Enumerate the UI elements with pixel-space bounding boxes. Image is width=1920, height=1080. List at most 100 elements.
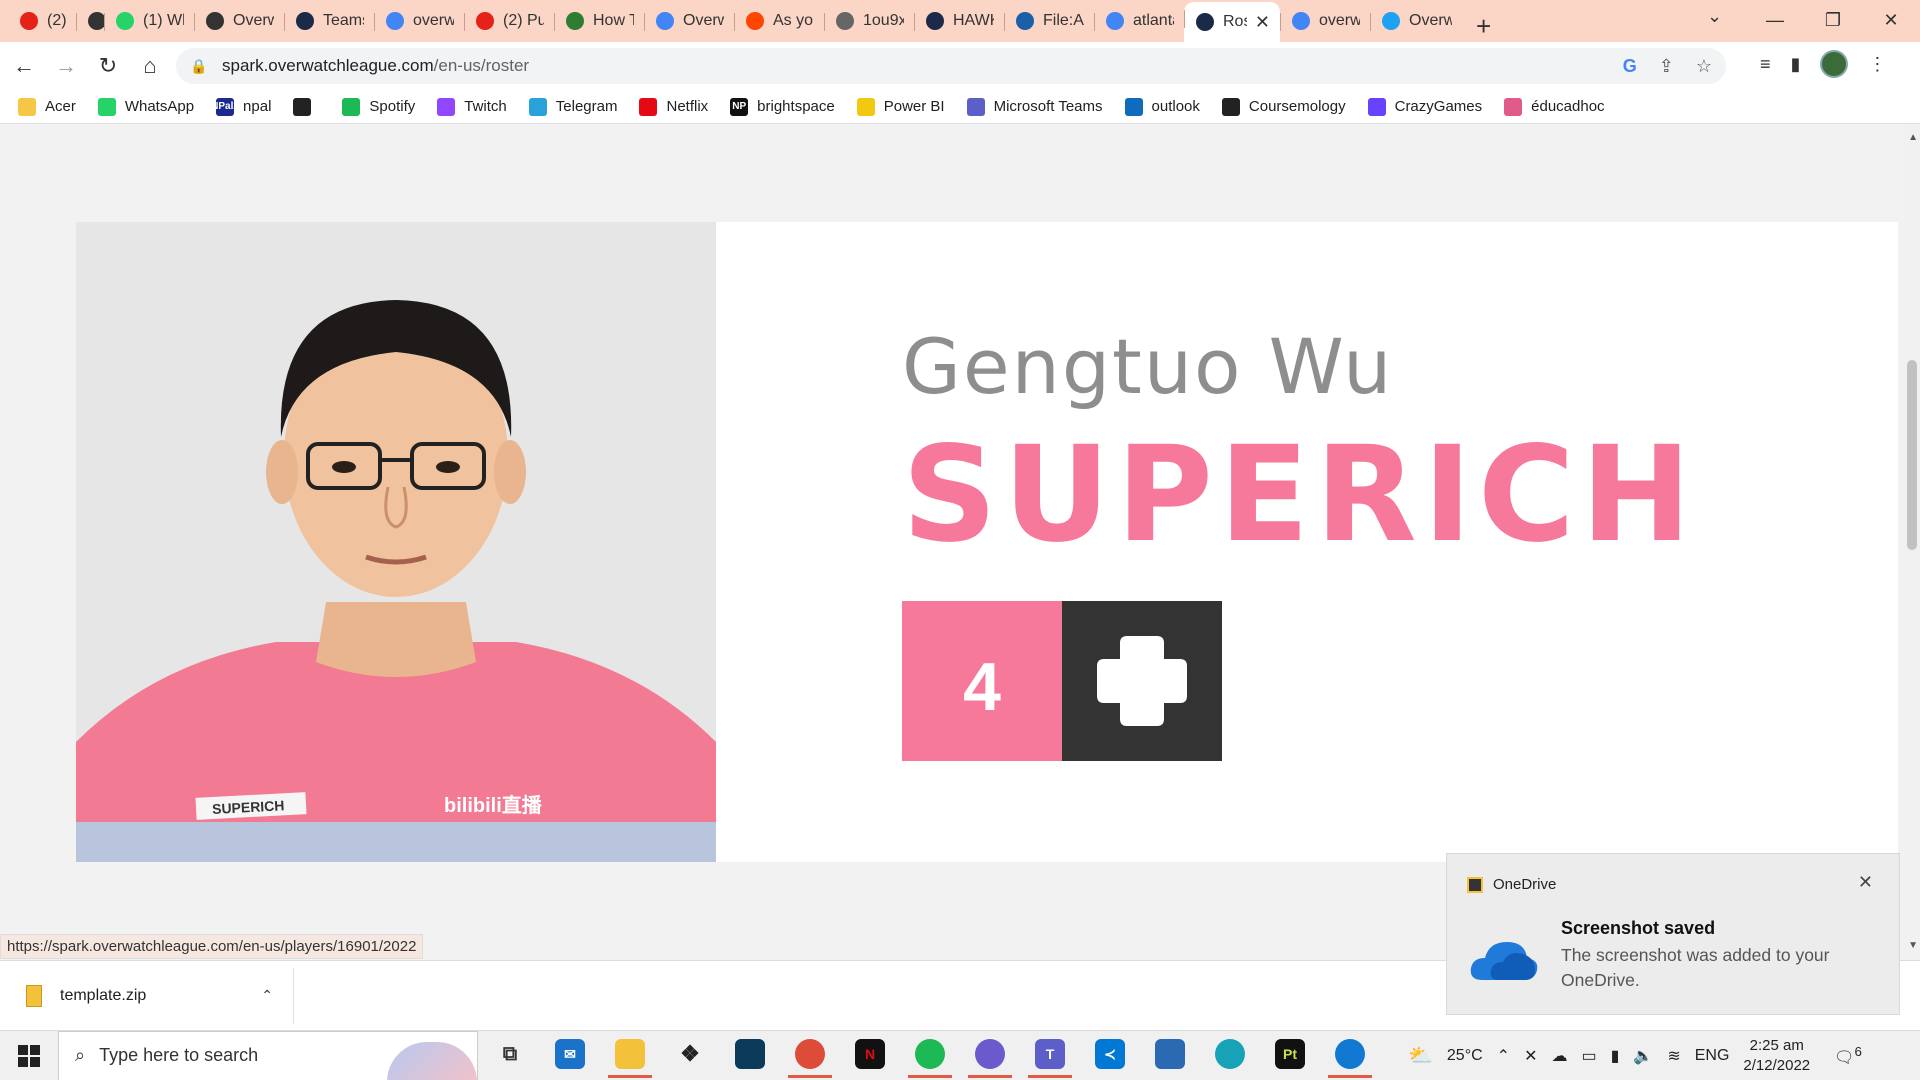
chrome-icon[interactable]: [788, 1034, 832, 1078]
browser-tab[interactable]: As you: [734, 5, 824, 37]
tab-favicon-icon: [836, 12, 854, 30]
tab-favicon-icon: [1196, 13, 1214, 31]
app-icon[interactable]: [728, 1034, 772, 1078]
file-explorer-icon[interactable]: [608, 1034, 652, 1078]
onedrive-notification[interactable]: OneDrive ✕ Screenshot saved The screensh…: [1446, 853, 1900, 1015]
browser-tab[interactable]: 1ou9xw: [824, 5, 914, 37]
bookmark-star-icon[interactable]: ☆: [1696, 56, 1712, 77]
wifi-icon[interactable]: ≋: [1667, 1046, 1680, 1066]
search-icon: ⌕: [75, 1045, 86, 1065]
task-view-icon[interactable]: ⧉: [488, 1034, 532, 1078]
reload-button[interactable]: ↻: [90, 53, 126, 79]
bookmark-item[interactable]: [293, 97, 320, 116]
scroll-up-arrow-icon[interactable]: ▲: [1908, 132, 1918, 143]
edge-icon[interactable]: [1208, 1034, 1252, 1078]
share-icon[interactable]: ⇪: [1659, 56, 1674, 77]
browser-tab[interactable]: How To: [554, 5, 644, 37]
browser-tab[interactable]: Overwa: [1370, 5, 1462, 37]
url-text[interactable]: spark.overwatchleague.com/en-us/roster: [222, 56, 529, 76]
bookmark-item[interactable]: éducadhoc: [1504, 97, 1605, 116]
scroll-down-arrow-icon[interactable]: ▼: [1908, 940, 1918, 951]
bookmark-favicon-icon: [856, 97, 875, 116]
download-item[interactable]: template.zip ⌃: [0, 967, 294, 1024]
taskbar-search-box[interactable]: ⌕ Type here to search: [58, 1030, 478, 1080]
vscode-icon[interactable]: ≺: [1088, 1034, 1132, 1078]
minimize-button[interactable]: —: [1746, 0, 1804, 40]
pycharm-icon[interactable]: Pt: [1268, 1034, 1312, 1078]
tab-search-icon[interactable]: ⌄: [1707, 6, 1722, 27]
bookmark-item[interactable]: outlook: [1124, 97, 1200, 116]
side-panel-icon[interactable]: ▮: [1791, 54, 1801, 75]
browser-tab[interactable]: Ros ✕: [1184, 2, 1280, 42]
bookmark-item[interactable]: Netflix: [639, 97, 708, 116]
spotify-icon[interactable]: [908, 1034, 952, 1078]
bookmark-item[interactable]: Power BI: [856, 97, 945, 116]
browser-tab[interactable]: overwa: [1280, 5, 1370, 37]
back-button[interactable]: ←: [6, 53, 42, 79]
weather-icon[interactable]: ⛅: [1408, 1043, 1433, 1068]
browser-tab[interactable]: HAWK: [914, 5, 1004, 37]
close-window-button[interactable]: ✕: [1862, 0, 1920, 40]
tab-title: 1ou9xw: [863, 12, 904, 29]
menu-icon[interactable]: ⋮: [1868, 54, 1886, 75]
edge-dev-icon[interactable]: [1328, 1034, 1372, 1078]
close-tab-icon[interactable]: ✕: [1255, 12, 1270, 33]
bookmark-favicon-icon: NP: [730, 97, 749, 116]
tab-favicon-icon: [20, 12, 38, 30]
forward-button[interactable]: →: [48, 53, 84, 79]
bookmark-item[interactable]: WhatsApp: [97, 97, 194, 116]
reading-list-icon[interactable]: ≡: [1760, 54, 1771, 75]
bookmark-item[interactable]: Twitch: [437, 97, 507, 116]
google-icon[interactable]: G: [1623, 56, 1637, 77]
lock-icon[interactable]: 🔒: [190, 58, 210, 75]
show-hidden-icons-icon[interactable]: ⌃: [1497, 1046, 1510, 1066]
close-icon[interactable]: ✕: [1858, 872, 1873, 893]
browser-tab[interactable]: File:Atl: [1004, 5, 1094, 37]
home-button[interactable]: ⌂: [132, 53, 168, 79]
browser-tab[interactable]: (2) Pure: [464, 5, 554, 37]
teams-icon[interactable]: T: [1028, 1034, 1072, 1078]
network-off-icon[interactable]: ✕: [1524, 1046, 1537, 1066]
browser-tab[interactable]: Teams: [284, 5, 374, 37]
meet-now-icon[interactable]: ▭: [1581, 1046, 1596, 1066]
bookmark-item[interactable]: Acer: [18, 97, 76, 116]
bookmark-item[interactable]: Spotify: [342, 97, 415, 116]
address-bar[interactable]: 🔒 spark.overwatchleague.com/en-us/roster…: [176, 48, 1726, 84]
browser-tab[interactable]: overwa: [374, 5, 464, 37]
profile-avatar[interactable]: [1820, 50, 1849, 78]
bookmark-item[interactable]: CrazyGames: [1367, 97, 1482, 116]
browser-tab[interactable]: Overwa: [194, 5, 284, 37]
tab-title: (1) Wha: [143, 12, 184, 29]
windows-start-button[interactable]: [0, 1044, 58, 1067]
player-card[interactable]: SUPERICH bilibili直播 Gengtuo Wu SUPERICH …: [76, 222, 1898, 862]
netflix-icon[interactable]: N: [848, 1034, 892, 1078]
battery-icon[interactable]: ▮: [1611, 1046, 1620, 1066]
browser-tab[interactable]: (1) Wha: [104, 5, 194, 37]
temperature[interactable]: 25°C: [1447, 1047, 1483, 1065]
volume-icon[interactable]: 🔈: [1633, 1046, 1653, 1066]
bookmark-favicon-icon: [342, 97, 361, 116]
mail-icon[interactable]: ✉: [548, 1034, 592, 1078]
photos-icon[interactable]: [1148, 1034, 1192, 1078]
language-indicator[interactable]: ENG: [1695, 1047, 1730, 1065]
tab-title: atlanta: [1133, 12, 1174, 29]
bookmark-item[interactable]: Microsoft Teams: [966, 97, 1103, 116]
bookmark-item[interactable]: Telegram: [528, 97, 617, 116]
notification-center-icon[interactable]: 🗨6: [1834, 1044, 1862, 1067]
discord-icon[interactable]: [968, 1034, 1012, 1078]
new-tab-button[interactable]: +: [1476, 11, 1491, 42]
jersey-sponsor-label: bilibili直播: [444, 793, 543, 817]
clock[interactable]: 2:25 am 2/12/2022: [1743, 1036, 1810, 1076]
bookmark-item[interactable]: Coursemology: [1221, 97, 1346, 116]
browser-tab[interactable]: (2): [8, 5, 76, 37]
dropbox-icon[interactable]: ❖: [668, 1034, 712, 1078]
browser-tab[interactable]: Overwa: [644, 5, 734, 37]
restore-button[interactable]: ❐: [1804, 0, 1862, 40]
chevron-up-icon[interactable]: ⌃: [261, 987, 273, 1004]
browser-tab[interactable]: [76, 5, 104, 37]
scrollbar-thumb[interactable]: [1907, 360, 1917, 550]
browser-tab[interactable]: atlanta: [1094, 5, 1184, 37]
bookmark-item[interactable]: NPal2 npal: [211, 97, 271, 116]
onedrive-tray-icon[interactable]: ☁: [1551, 1046, 1567, 1066]
bookmark-item[interactable]: NP brightspace: [730, 97, 835, 116]
